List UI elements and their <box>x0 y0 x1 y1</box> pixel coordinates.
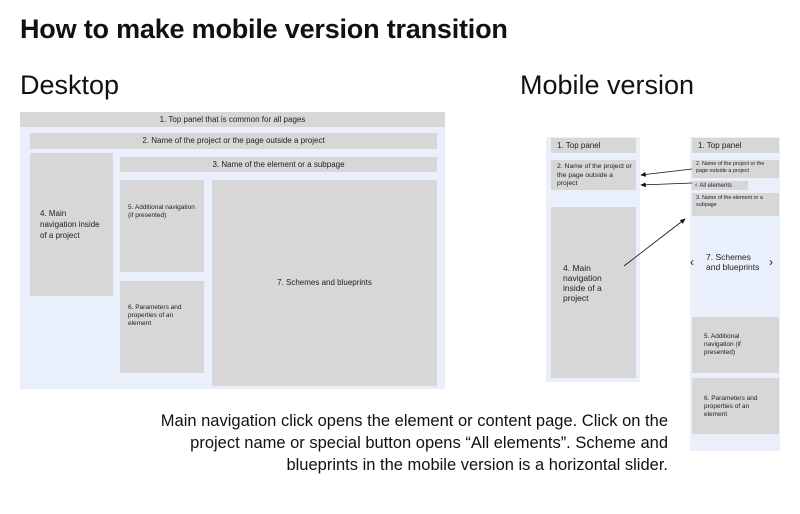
arrow-icon <box>623 218 686 267</box>
arrow-icon <box>640 168 693 177</box>
arrow-icon <box>640 182 693 188</box>
caption: Main navigation click opens the element … <box>160 412 668 474</box>
